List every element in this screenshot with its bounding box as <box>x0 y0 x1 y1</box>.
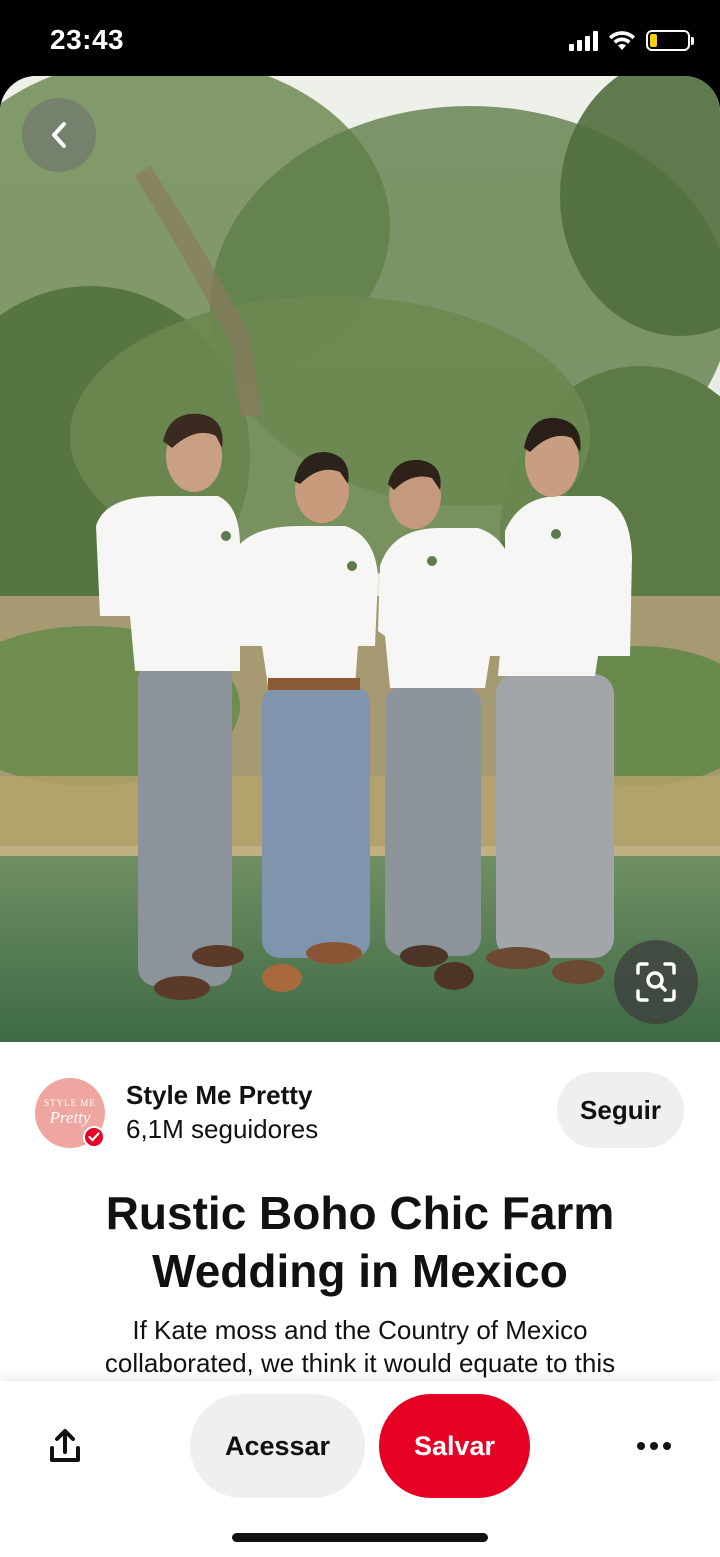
save-button[interactable]: Salvar <box>379 1394 530 1498</box>
signal-icon <box>569 30 598 51</box>
visual-search-button[interactable] <box>614 940 698 1024</box>
pin-title: Rustic Boho Chic Farm Wedding in Mexico <box>40 1184 680 1300</box>
status-time: 23:43 <box>50 24 125 55</box>
wifi-icon <box>609 30 635 50</box>
share-icon <box>50 1429 80 1462</box>
chevron-left-icon <box>52 122 66 148</box>
pin-description: If Kate moss and the Country of Mexico c… <box>40 1314 680 1380</box>
status-bar: 23:43 <box>0 0 720 84</box>
pin-title-line: Wedding in Mexico <box>152 1245 568 1297</box>
verified-badge-icon <box>83 1126 105 1148</box>
action-bar: Acessar Salvar <box>0 1381 720 1557</box>
pin-photo-illustration <box>0 76 720 1042</box>
author-row: STYLE ME Pretty Style Me Pretty 6,1M seg… <box>0 1072 720 1158</box>
back-button[interactable] <box>22 98 96 172</box>
pin-title-line: Rustic Boho Chic Farm <box>105 1187 615 1239</box>
share-button[interactable] <box>42 1421 88 1471</box>
author-name[interactable]: Style Me Pretty <box>126 1080 312 1111</box>
pin-description-line: collaborated, we think it would equate t… <box>104 1348 616 1378</box>
visual-search-icon <box>636 962 676 1002</box>
home-indicator[interactable] <box>232 1533 488 1542</box>
status-icons <box>569 30 694 51</box>
pin-image[interactable] <box>0 76 720 1042</box>
more-options-icon[interactable] <box>626 1431 682 1461</box>
pin-description-line: If Kate moss and the Country of Mexico <box>132 1315 588 1345</box>
visit-button[interactable]: Acessar <box>190 1394 365 1498</box>
avatar-text-top: STYLE ME <box>44 1098 96 1108</box>
battery-icon <box>646 30 694 51</box>
follow-button[interactable]: Seguir <box>557 1072 684 1148</box>
pin-card: STYLE ME Pretty Style Me Pretty 6,1M seg… <box>0 76 720 1557</box>
avatar-text-script: Pretty <box>49 1108 91 1127</box>
author-followers: 6,1M seguidores <box>126 1114 319 1144</box>
